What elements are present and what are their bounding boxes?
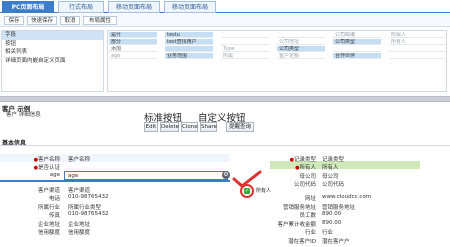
edit-button[interactable]: Edit xyxy=(144,122,158,132)
field-value-address[interactable]: 企业地址 xyxy=(68,220,90,228)
field-value-website[interactable]: www.cloudcc.com xyxy=(322,194,371,200)
field-label-potential: 潜在客户ID xyxy=(288,239,316,245)
field-chip[interactable]: test查找用户 xyxy=(165,39,213,45)
field-chip[interactable]: 公司地址 xyxy=(277,39,325,45)
field-value-customer-name[interactable]: 客户名称 xyxy=(68,155,90,163)
tab-mobile-layout-2[interactable]: 移动页面布局 xyxy=(164,1,216,13)
layout-toolbar: 保存 快速保存 取消 布局属性 xyxy=(0,14,450,27)
field-value-industry2[interactable]: 行业 xyxy=(322,228,333,236)
field-value-reg-address[interactable]: 营销服务地址 xyxy=(322,203,355,211)
save-button[interactable]: 保存 xyxy=(4,16,24,25)
palette-item-embedded-pages[interactable]: 详细页面内嵌自定义页面 xyxy=(2,57,103,66)
field-label-industry2: 行业 xyxy=(304,230,316,236)
field-chip[interactable]: 所有人 xyxy=(389,39,445,45)
layout-props-button[interactable]: 布局属性 xyxy=(83,16,117,25)
field-value-source[interactable]: 客户渠道 xyxy=(68,186,90,194)
gear-icon[interactable]: ⚙ xyxy=(222,171,230,179)
drop-indicator xyxy=(0,180,230,182)
cancel-button[interactable]: 取消 xyxy=(60,16,80,25)
field-chip[interactable]: 添加 xyxy=(109,46,157,52)
palette-category-list: 字段 按钮 相关列表 详细页面内嵌自定义页面 xyxy=(1,30,104,92)
field-chip[interactable]: testu xyxy=(165,32,213,38)
field-chip[interactable]: 合作伙伴 xyxy=(333,53,381,59)
field-label-reg-address: 营销服务地址 xyxy=(282,205,316,211)
field-label-industry: 所属行业 xyxy=(37,205,60,211)
field-chip[interactable] xyxy=(277,32,325,38)
delete-button[interactable]: Delete xyxy=(160,122,179,132)
field-value-annual[interactable]: 890.00 xyxy=(322,220,341,226)
field-value-industry[interactable]: 所属行业类型 xyxy=(68,203,101,211)
age-field[interactable]: age xyxy=(64,171,228,180)
field-chip[interactable]: 公司邮编 xyxy=(333,32,381,38)
field-value-code[interactable]: 公司代码 xyxy=(322,180,344,188)
field-label-code: 公司代码 xyxy=(293,182,316,188)
tab-row-layout[interactable]: 行式布局 xyxy=(58,1,104,13)
field-label-verified: ●是否认证 xyxy=(33,165,60,171)
field-label-age: age xyxy=(49,172,60,178)
field-label-employees: 员工数 xyxy=(299,213,316,219)
field-chip[interactable]: 公司类型 xyxy=(333,39,381,45)
field-chip[interactable] xyxy=(389,46,445,52)
field-chip[interactable]: 客户定额 xyxy=(277,53,325,59)
section-divider xyxy=(0,145,450,146)
field-chip[interactable]: 所属 xyxy=(221,53,269,59)
field-value-age: age xyxy=(68,173,79,179)
field-label-address: 企业地址 xyxy=(37,222,60,228)
tab-mobile-layout[interactable]: 移动页面布局 xyxy=(108,1,160,13)
palette-item-buttons[interactable]: 按钮 xyxy=(2,40,103,49)
field-label-record-type: ●记录类型 xyxy=(289,157,316,163)
panel-splitter[interactable] xyxy=(0,96,450,102)
field-label-website: 网址 xyxy=(304,196,316,202)
field-label-source: 客户渠道 xyxy=(37,188,60,194)
tab-pc-layout[interactable]: PC页面布局 xyxy=(2,1,54,13)
field-value-potential[interactable]: 潜在客户户 xyxy=(322,237,350,245)
field-value-phone[interactable]: 010-98765432 xyxy=(68,194,108,200)
field-chip[interactable] xyxy=(221,39,269,45)
clone-button[interactable]: Clone xyxy=(181,122,198,132)
field-chip[interactable]: 业务范围 xyxy=(165,53,213,59)
quick-save-button[interactable]: 快速保存 xyxy=(27,16,57,25)
preview-subtitle: 客户 详细信息 xyxy=(6,112,41,118)
field-value-fax[interactable]: 010-98765432 xyxy=(68,211,108,217)
field-chip[interactable] xyxy=(389,53,445,59)
field-chip[interactable]: 是什 xyxy=(109,32,157,38)
field-value-credit[interactable]: 信用额度 xyxy=(68,228,90,236)
field-palette-grid: 是什 部分 添加 age testu test查找用户 业务范围 Type 所属… xyxy=(107,30,447,92)
field-label-phone: 电话 xyxy=(48,196,60,202)
field-value-parent[interactable]: 母公司 xyxy=(322,172,339,180)
field-value-record-type[interactable]: 记录类型 xyxy=(322,155,344,163)
field-chip[interactable] xyxy=(165,46,213,52)
palette-item-related-lists[interactable]: 相关列表 xyxy=(2,48,103,57)
field-label-customer-name: ●客户名称 xyxy=(33,157,60,163)
field-value-employees[interactable]: 890.00 xyxy=(322,211,341,217)
field-chip[interactable]: age xyxy=(109,53,157,59)
field-value-owner[interactable]: 所有人 xyxy=(322,163,339,171)
field-label-fax: 传真 xyxy=(48,213,60,219)
field-chip[interactable]: Type xyxy=(221,46,269,52)
field-chip[interactable] xyxy=(221,32,269,38)
field-label-parent: 母公司 xyxy=(299,174,316,180)
field-chip[interactable] xyxy=(333,46,381,52)
owner-badge-icon: ✓ xyxy=(240,184,254,198)
custom-query-button[interactable]: 提醒查询 xyxy=(226,122,254,132)
field-chip[interactable]: 公司类型 xyxy=(277,46,325,52)
palette-item-fields[interactable]: 字段 xyxy=(2,31,103,40)
page-tabbar: PC页面布局 行式布局 移动页面布局 移动页面布局 xyxy=(0,0,450,13)
field-chip[interactable]: 所属人 xyxy=(389,32,445,38)
field-label-owner: ●所有人 xyxy=(295,165,316,171)
field-chip[interactable]: 部分 xyxy=(109,39,157,45)
owner-badge-label: 所有人 xyxy=(256,188,272,194)
field-label-credit: 信用额度 xyxy=(37,230,60,236)
share-button[interactable]: Share xyxy=(200,122,217,132)
field-label-annual: 客户累计收金额 xyxy=(277,222,316,228)
